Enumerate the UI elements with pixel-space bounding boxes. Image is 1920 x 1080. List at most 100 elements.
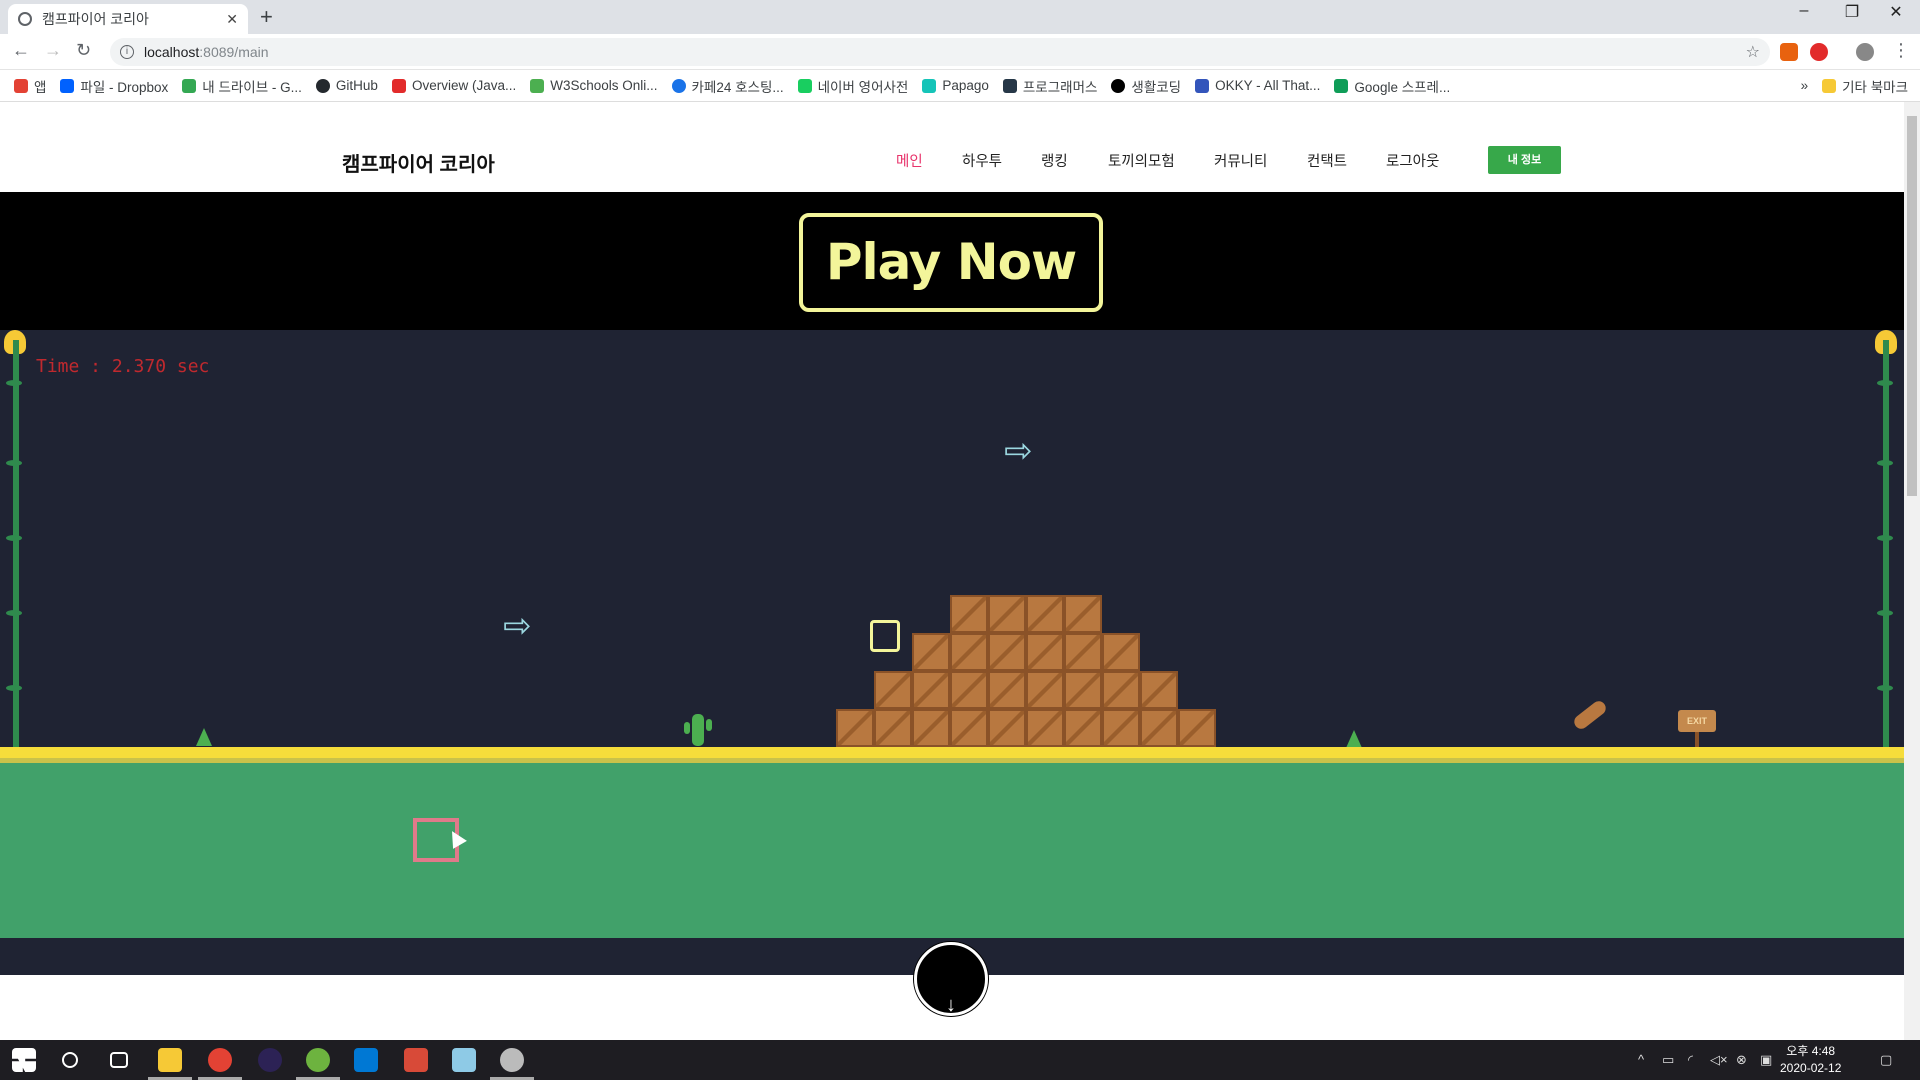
scroll-down-button[interactable]: ↓	[914, 942, 988, 1016]
battery-icon[interactable]: ▭	[1662, 1052, 1674, 1068]
ime-icon[interactable]: ▣	[1760, 1052, 1772, 1068]
bookmarks-overflow-button[interactable]: »	[1801, 78, 1809, 93]
bookmark-item[interactable]: W3Schools Onli...	[530, 78, 658, 93]
play-now-button[interactable]: Play Now	[799, 213, 1103, 312]
clock-date: 2020-02-12	[1780, 1061, 1842, 1075]
app-icon[interactable]	[452, 1048, 476, 1072]
tray-chevron-icon[interactable]: ^	[1638, 1052, 1644, 1067]
nav-logout[interactable]: 로그아웃	[1386, 150, 1439, 171]
browser-tab-strip: 캠프파이어 코리아 ✕ + – ❐ ✕	[0, 0, 1920, 34]
volume-muted-icon[interactable]: ◁×	[1710, 1052, 1728, 1068]
restore-button[interactable]: ❐	[1832, 2, 1872, 22]
leaf-icon	[1877, 460, 1893, 466]
tab-title: 캠프파이어 코리아	[42, 11, 149, 27]
close-window-button[interactable]: ✕	[1876, 2, 1916, 22]
search-icon[interactable]	[62, 1052, 78, 1068]
wifi-icon[interactable]: ◜	[1688, 1052, 1693, 1068]
crate	[950, 709, 988, 747]
bookmark-item[interactable]: 생활코딩	[1111, 76, 1181, 96]
nav-community[interactable]: 커뮤니티	[1214, 150, 1267, 171]
github-icon	[315, 78, 330, 93]
bookmark-item[interactable]: 카페24 호스팅...	[671, 76, 784, 96]
crate	[1102, 633, 1140, 671]
extension-icon[interactable]	[1780, 43, 1798, 61]
bookmark-item[interactable]: 파일 - Dropbox	[60, 76, 168, 96]
my-info-button[interactable]: 내 정보	[1488, 146, 1561, 174]
crate	[1140, 671, 1178, 709]
clock-time: 오후 4:48	[1786, 1044, 1836, 1058]
nav-contact[interactable]: 컨택트	[1307, 150, 1347, 171]
crate	[1102, 671, 1140, 709]
right-arrow-icon: ⇨	[1004, 432, 1033, 470]
crate	[1140, 709, 1178, 747]
eclipse-icon[interactable]	[258, 1048, 282, 1072]
bookmark-item[interactable]: OKKY - All That...	[1195, 78, 1320, 93]
bookmark-item[interactable]: 네이버 영어사전	[797, 76, 908, 96]
app-icon[interactable]	[404, 1048, 428, 1072]
ground	[0, 763, 1904, 938]
bookmark-item[interactable]: 내 드라이브 - G...	[182, 76, 302, 96]
crate	[950, 595, 988, 633]
paint-icon[interactable]	[500, 1048, 524, 1072]
nav-howto[interactable]: 하우투	[962, 150, 1002, 171]
windows-start-icon[interactable]	[12, 1048, 36, 1072]
apps-grid-icon	[14, 78, 28, 93]
cafe24-icon	[671, 78, 686, 93]
vscode-icon[interactable]	[354, 1048, 378, 1072]
game-canvas[interactable]: Time : 2.370 sec ⇨ ⇨ EXIT	[0, 330, 1904, 975]
crate	[912, 709, 950, 747]
other-bookmarks-folder[interactable]: 기타 북마크	[1822, 76, 1908, 96]
close-tab-icon[interactable]: ✕	[226, 11, 238, 28]
bookmark-item[interactable]: Papago	[922, 78, 989, 93]
info-icon[interactable]: i	[120, 45, 134, 59]
notification-icon[interactable]: ▢	[1880, 1052, 1892, 1068]
sprout-icon	[1346, 730, 1362, 748]
site-header: 캠프파이어 코리아 메인 하우투 랭킹 토끼의모험 커뮤니티 컨택트 로그아웃 …	[0, 102, 1904, 192]
browser-tab[interactable]: 캠프파이어 코리아 ✕	[8, 4, 248, 34]
status-icon[interactable]: ⊗	[1736, 1052, 1747, 1068]
back-arrow-icon[interactable]: ←	[12, 40, 30, 61]
scrollbar-thumb[interactable]	[1907, 116, 1917, 496]
nav-rabbit-adventure[interactable]: 토끼의모험	[1108, 150, 1175, 171]
crate	[950, 671, 988, 709]
taskbar-clock[interactable]: 오후 4:48 2020-02-12	[1780, 1043, 1841, 1077]
globe-icon	[18, 12, 32, 26]
crate	[1026, 671, 1064, 709]
reload-icon[interactable]: ↻	[76, 40, 91, 61]
nav-ranking[interactable]: 랭킹	[1041, 150, 1068, 171]
new-tab-button[interactable]: +	[260, 4, 273, 30]
extension-icon[interactable]	[1810, 43, 1828, 61]
web-page: 캠프파이어 코리아 메인 하우투 랭킹 토끼의모험 커뮤니티 컨택트 로그아웃 …	[0, 102, 1904, 1040]
forward-arrow-icon[interactable]: →	[44, 40, 62, 61]
site-logo[interactable]: 캠프파이어 코리아	[342, 148, 495, 177]
bookmark-item[interactable]: GitHub	[315, 78, 378, 93]
bookmark-item[interactable]: 앱	[14, 76, 46, 96]
menu-kebab-icon[interactable]: ⋮	[1892, 40, 1910, 61]
leaf-icon	[6, 610, 22, 616]
crate	[1102, 709, 1140, 747]
bookmark-item[interactable]: 프로그래머스	[1002, 76, 1097, 96]
url-bar[interactable]: i localhost :8089/main ☆	[110, 38, 1770, 66]
rabbit-player-sprite	[870, 620, 900, 652]
programmers-icon	[1002, 78, 1017, 93]
chrome-icon[interactable]	[208, 1048, 232, 1072]
spring-tool-icon[interactable]	[306, 1048, 330, 1072]
crate	[874, 709, 912, 747]
sheets-icon	[1334, 78, 1349, 93]
exit-sign: EXIT	[1678, 710, 1716, 732]
minimize-button[interactable]: –	[1784, 2, 1824, 20]
naver-dictionary-icon	[797, 78, 812, 93]
crate	[1026, 595, 1064, 633]
bookmark-item[interactable]: Google 스프레...	[1334, 76, 1450, 96]
profile-avatar[interactable]	[1856, 43, 1874, 61]
bookmark-star-icon[interactable]: ☆	[1746, 42, 1760, 62]
bookmark-item[interactable]: Overview (Java...	[391, 78, 516, 93]
crate	[988, 671, 1026, 709]
crate	[988, 633, 1026, 671]
page-scrollbar[interactable]	[1904, 102, 1920, 1040]
okky-icon	[1195, 78, 1210, 93]
file-explorer-icon[interactable]	[158, 1048, 182, 1072]
nav-main[interactable]: 메인	[896, 150, 923, 171]
leaf-icon	[6, 460, 22, 466]
task-view-icon[interactable]	[110, 1052, 128, 1068]
